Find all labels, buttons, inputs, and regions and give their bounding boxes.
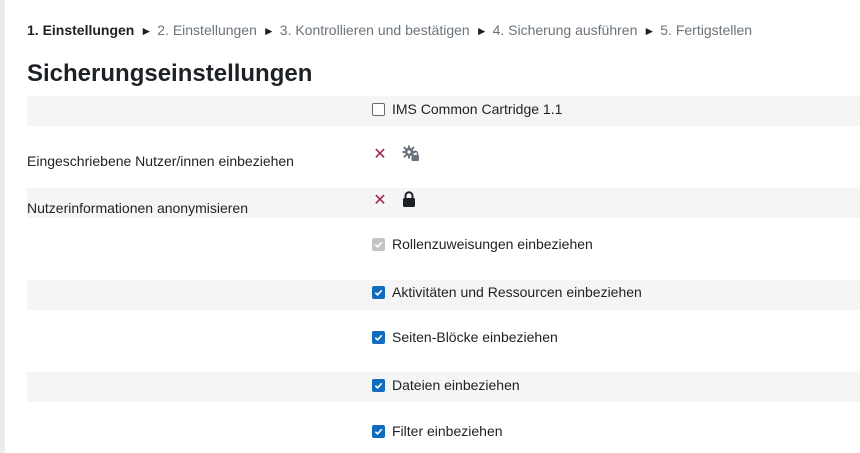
blocks-checkbox[interactable] [372, 330, 385, 344]
step-separator-icon: ► [475, 24, 488, 38]
filters-checkbox[interactable] [372, 424, 385, 438]
files-checkbox[interactable] [372, 378, 385, 392]
step-4: 4. Sicherung ausführen [492, 22, 638, 38]
filters-checkbox-field[interactable]: Filter einbeziehen [372, 422, 503, 440]
step-separator-icon: ► [643, 24, 656, 38]
activities-checkbox[interactable] [372, 285, 385, 299]
imscc-checkbox[interactable] [372, 102, 385, 116]
imscc-checkbox-field[interactable]: IMS Common Cartridge 1.1 [372, 100, 562, 118]
step-3: 3. Kontrollieren und bestätigen [279, 22, 470, 38]
setting-row-activities: Aktivitäten und Ressourcen einbeziehen [27, 280, 860, 310]
step-separator-icon: ► [140, 24, 153, 38]
lock-icon[interactable] [402, 191, 416, 211]
files-label: Dateien einbeziehen [392, 377, 520, 393]
left-edge [0, 0, 5, 453]
activities-checkbox-field[interactable]: Aktivitäten und Ressourcen einbeziehen [372, 283, 642, 301]
backup-settings-page: 1. Einstellungen ► 2. Einstellungen ► 3. Kon… [0, 0, 860, 453]
blocks-checkbox-field[interactable]: Seiten-Blöcke einbeziehen [372, 328, 558, 346]
files-checkbox-field[interactable]: Dateien einbeziehen [372, 376, 520, 394]
step-5: 5. Fertigstellen [660, 22, 753, 38]
users-status: ✕ [372, 144, 420, 166]
roles-label: Rollenzuweisungen einbeziehen [392, 236, 593, 252]
setting-row-anonymize: Nutzerinformationen anonymisieren ✕ [27, 188, 860, 218]
roles-checkbox[interactable] [372, 237, 385, 251]
setting-row-roles: Rollenzuweisungen einbeziehen [27, 230, 860, 260]
step-1: 1. Einstellungen [27, 22, 135, 38]
step-separator-icon: ► [262, 24, 275, 38]
x-icon: ✕ [373, 192, 387, 209]
users-label: Eingeschriebene Nutzer/innen einbeziehen [27, 153, 294, 169]
backup-steps-breadcrumb: 1. Einstellungen ► 2. Einstellungen ► 3. Kon… [27, 21, 752, 40]
imscc-label: IMS Common Cartridge 1.1 [392, 101, 563, 117]
step-2: 2. Einstellungen [157, 22, 257, 38]
activities-label: Aktivitäten und Ressourcen einbeziehen [392, 284, 642, 300]
filters-label: Filter einbeziehen [392, 423, 503, 439]
blocks-label: Seiten-Blöcke einbeziehen [392, 329, 558, 345]
setting-row-users: Eingeschriebene Nutzer/innen einbeziehen… [27, 140, 860, 178]
setting-row-files: Dateien einbeziehen [27, 372, 860, 402]
x-icon: ✕ [373, 146, 387, 163]
anonymize-label: Nutzerinformationen anonymisieren [27, 200, 248, 216]
setting-row-blocks: Seiten-Blöcke einbeziehen [27, 322, 860, 352]
cog-lock-icon[interactable] [402, 144, 420, 166]
roles-checkbox-field[interactable]: Rollenzuweisungen einbeziehen [372, 235, 593, 253]
anonymize-status: ✕ [372, 191, 416, 211]
page-title: Sicherungseinstellungen [27, 60, 313, 87]
setting-row-filters: Filter einbeziehen [27, 416, 860, 446]
setting-row-imscc: IMS Common Cartridge 1.1 [27, 96, 860, 126]
